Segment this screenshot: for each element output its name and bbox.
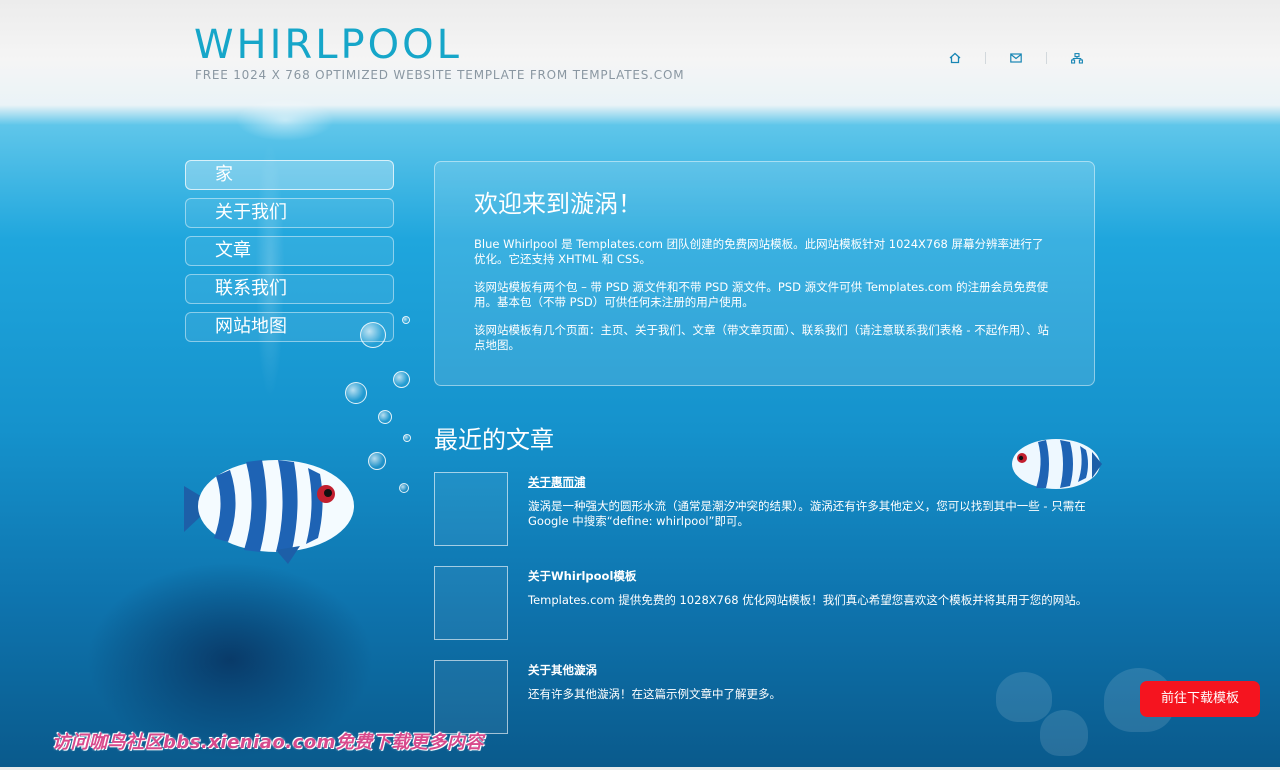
welcome-paragraph: Blue Whirlpool 是 Templates.com 团队创建的免费网站… bbox=[474, 237, 1044, 266]
nav-item-sitemap[interactable]: 网站地图 bbox=[185, 312, 394, 342]
watermark-text: 访问咖鸟社区bbs.xieniao.com免费下载更多内容 bbox=[52, 732, 484, 753]
nav-divider bbox=[1046, 52, 1047, 64]
sitemap-icon[interactable] bbox=[1064, 48, 1090, 68]
bubble-graphic bbox=[378, 410, 392, 424]
recent-articles-title: 最近的文章 bbox=[434, 426, 554, 454]
striped-fish-graphic bbox=[184, 460, 354, 564]
nav-item-contact[interactable]: 联系我们 bbox=[185, 274, 394, 304]
welcome-paragraph: 该网站模板有两个包 – 带 PSD 源文件和不带 PSD 源文件。PSD 源文件… bbox=[474, 280, 1049, 309]
article-thumbnail[interactable] bbox=[434, 660, 508, 734]
site-tagline: FREE 1024 X 768 OPTIMIZED WEBSITE TEMPLA… bbox=[195, 68, 685, 82]
article-item: 关于惠而浦 漩涡是一种强大的圆形水流（通常是潮汐冲突的结果）。漩涡还有许多其他定… bbox=[434, 472, 1096, 546]
welcome-paragraph: 该网站模板有几个页面：主页、关于我们、文章（带文章页面）、联系我们（请注意联系我… bbox=[474, 323, 1049, 352]
article-thumbnail[interactable] bbox=[434, 566, 508, 640]
bubble-graphic bbox=[399, 483, 409, 493]
bubble-graphic bbox=[402, 316, 410, 324]
bubble-graphic bbox=[368, 452, 386, 470]
article-excerpt: 还有许多其他漩涡！在这篇示例文章中了解更多。 bbox=[528, 687, 781, 701]
welcome-title: 欢迎来到漩涡！ bbox=[474, 190, 642, 218]
bubble-graphic bbox=[393, 371, 410, 388]
mail-icon[interactable] bbox=[1003, 48, 1029, 68]
article-title-link[interactable]: 关于Whirlpool模板 bbox=[528, 568, 636, 584]
home-icon[interactable] bbox=[942, 48, 968, 68]
article-thumbnail[interactable] bbox=[434, 472, 508, 546]
article-title-link[interactable]: 关于其他漩涡 bbox=[528, 662, 597, 678]
top-icon-nav bbox=[942, 48, 1090, 68]
welcome-panel: 欢迎来到漩涡！ Blue Whirlpool 是 Templates.com 团… bbox=[434, 161, 1095, 386]
download-template-button[interactable]: 前往下载模板 bbox=[1140, 681, 1260, 717]
site-logo[interactable]: WHIRLPOOL bbox=[194, 22, 462, 68]
side-navigation: 家 关于我们 文章 联系我们 网站地图 bbox=[185, 160, 394, 350]
nav-divider bbox=[985, 52, 986, 64]
article-title-link[interactable]: 关于惠而浦 bbox=[528, 474, 586, 490]
bubble-graphic bbox=[345, 382, 367, 404]
article-excerpt: Templates.com 提供免费的 1028X768 优化网站模板！我们真心… bbox=[528, 593, 1088, 607]
nav-item-about[interactable]: 关于我们 bbox=[185, 198, 394, 228]
nav-item-articles[interactable]: 文章 bbox=[185, 236, 394, 266]
article-item: 关于其他漩涡 还有许多其他漩涡！在这篇示例文章中了解更多。 bbox=[434, 660, 1096, 734]
article-excerpt: 漩涡是一种强大的圆形水流（通常是潮汐冲突的结果）。漩涡还有许多其他定义，您可以找… bbox=[528, 499, 1086, 528]
article-item: 关于Whirlpool模板 Templates.com 提供免费的 1028X7… bbox=[434, 566, 1096, 640]
bubble-graphic bbox=[403, 434, 411, 442]
nav-item-home[interactable]: 家 bbox=[185, 160, 394, 190]
